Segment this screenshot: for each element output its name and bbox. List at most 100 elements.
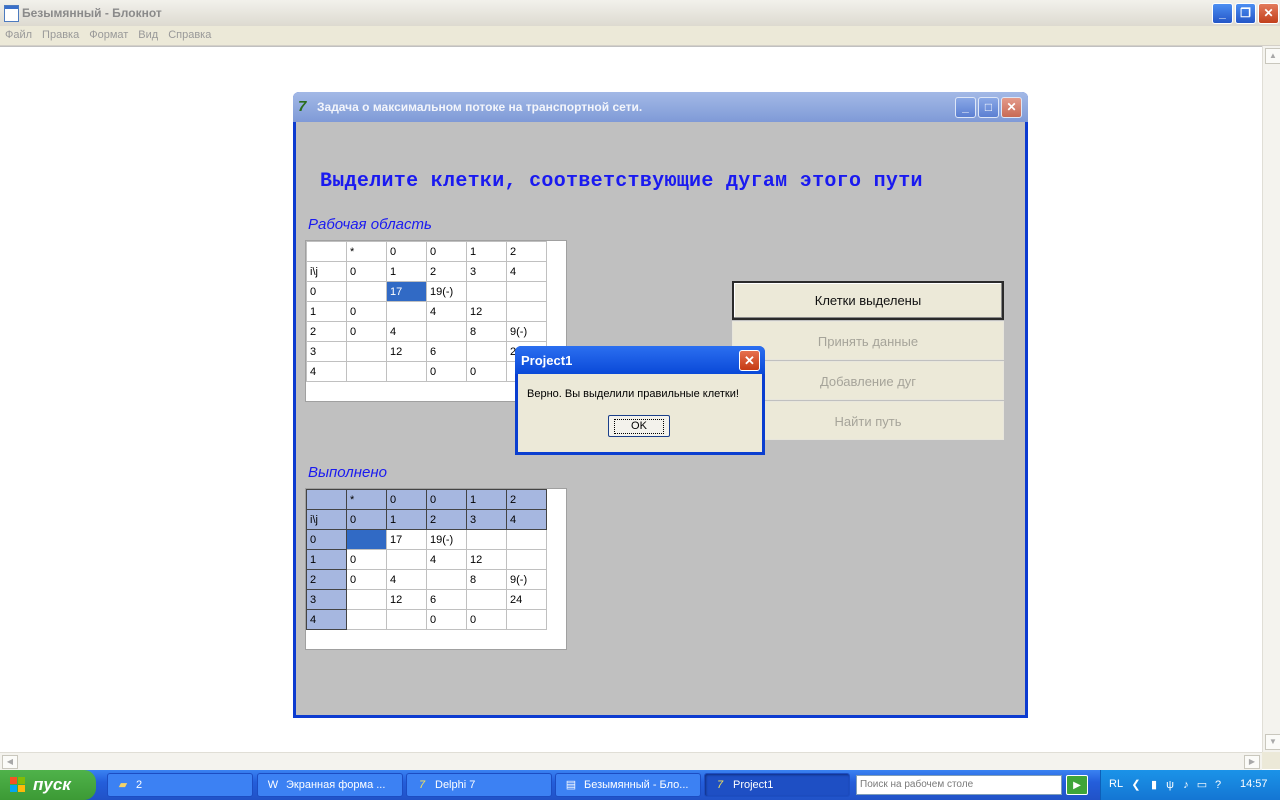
grid-cell[interactable]: 9(-) bbox=[506, 321, 547, 342]
tray-volume-icon[interactable]: ♪ bbox=[1179, 778, 1193, 792]
grid-cell[interactable] bbox=[466, 281, 507, 302]
ok-button[interactable]: OK bbox=[608, 415, 670, 437]
scroll-down-icon[interactable]: ▼ bbox=[1265, 734, 1280, 750]
grid-cell[interactable] bbox=[386, 361, 427, 382]
grid-cell[interactable]: 0 bbox=[346, 321, 387, 342]
grid-cell[interactable]: i\j bbox=[306, 261, 347, 282]
grid-cell[interactable]: 12 bbox=[386, 341, 427, 362]
start-button[interactable]: пуск bbox=[0, 770, 96, 800]
grid-cell[interactable]: 4 bbox=[386, 569, 427, 590]
grid-cell[interactable]: 6 bbox=[426, 589, 467, 610]
app-title-bar[interactable]: 7 Задача о максимальном потоке на трансп… bbox=[293, 92, 1028, 122]
grid-cell[interactable]: 4 bbox=[426, 549, 467, 570]
grid-cell[interactable] bbox=[466, 589, 507, 610]
find-path-button[interactable]: Найти путь bbox=[732, 401, 1004, 440]
grid-cell[interactable] bbox=[346, 361, 387, 382]
grid-cell[interactable]: 2 bbox=[426, 261, 467, 282]
grid-cell[interactable]: 12 bbox=[466, 301, 507, 322]
language-indicator[interactable]: RL bbox=[1109, 778, 1123, 790]
grid-cell[interactable]: 19(-) bbox=[426, 281, 467, 302]
menu-edit[interactable]: Правка bbox=[37, 26, 84, 44]
grid-cell[interactable] bbox=[506, 281, 547, 302]
grid-cell[interactable] bbox=[506, 301, 547, 322]
app-minimize-button[interactable]: _ bbox=[955, 97, 976, 118]
grid-cell[interactable]: 1 bbox=[386, 261, 427, 282]
grid-cell[interactable]: 17 bbox=[386, 529, 427, 550]
cells-selected-button[interactable]: Клетки выделены bbox=[732, 281, 1004, 320]
grid-cell[interactable]: 2 bbox=[506, 241, 547, 262]
grid-cell[interactable]: 9(-) bbox=[506, 569, 547, 590]
grid-cell-selected[interactable] bbox=[346, 529, 387, 550]
grid-cell[interactable]: 12 bbox=[386, 589, 427, 610]
dialog-title-bar[interactable]: Project1 ✕ bbox=[515, 346, 765, 374]
vertical-scrollbar[interactable]: ▲ ▼ bbox=[1262, 46, 1280, 752]
menu-format[interactable]: Формат bbox=[84, 26, 133, 44]
grid-cell[interactable]: 8 bbox=[466, 321, 507, 342]
tray-help-icon[interactable]: ? bbox=[1211, 778, 1225, 792]
grid-cell[interactable] bbox=[466, 529, 507, 550]
grid-cell[interactable]: 4 bbox=[426, 301, 467, 322]
task-delphi[interactable]: 7 Delphi 7 bbox=[406, 773, 552, 797]
notepad-title-bar[interactable]: Безымянный - Блокнот _ ❐ ✕ bbox=[0, 0, 1280, 26]
grid-cell[interactable]: 1 bbox=[306, 301, 347, 322]
grid-cell[interactable] bbox=[346, 589, 387, 610]
done-grid[interactable]: * 0 0 1 2 i\j 0 1 2 3 4 0 17 19(-) 1 0 4… bbox=[305, 488, 567, 650]
minimize-button[interactable]: _ bbox=[1212, 3, 1233, 24]
grid-cell[interactable]: 0 bbox=[426, 361, 467, 382]
app-close-button[interactable]: ✕ bbox=[1001, 97, 1022, 118]
grid-cell[interactable] bbox=[426, 569, 467, 590]
menu-view[interactable]: Вид bbox=[133, 26, 163, 44]
horizontal-scrollbar[interactable]: ◀ ▶ bbox=[0, 752, 1262, 770]
grid-cell[interactable]: 3 bbox=[466, 261, 507, 282]
grid-cell[interactable] bbox=[386, 301, 427, 322]
tray-monitor-icon[interactable]: ▭ bbox=[1195, 778, 1209, 792]
grid-cell[interactable]: 0 bbox=[426, 609, 467, 630]
grid-cell[interactable]: 4 bbox=[506, 261, 547, 282]
grid-cell[interactable]: 0 bbox=[466, 609, 507, 630]
search-go-icon[interactable]: ▶ bbox=[1066, 775, 1088, 795]
tray-device-icon[interactable]: ▮ bbox=[1147, 778, 1161, 792]
task-notepad[interactable]: ▤ Безымянный - Бло... bbox=[555, 773, 701, 797]
grid-cell[interactable]: 24 bbox=[506, 589, 547, 610]
task-project1[interactable]: 7 Project1 bbox=[704, 773, 850, 797]
grid-cell[interactable]: 12 bbox=[466, 549, 507, 570]
grid-cell[interactable] bbox=[386, 609, 427, 630]
grid-cell[interactable]: * bbox=[346, 241, 387, 262]
grid-cell[interactable] bbox=[426, 321, 467, 342]
accept-data-button[interactable]: Принять данные bbox=[732, 321, 1004, 360]
grid-cell[interactable]: 8 bbox=[466, 569, 507, 590]
restore-button[interactable]: ❐ bbox=[1235, 3, 1256, 24]
grid-cell[interactable] bbox=[386, 549, 427, 570]
app-maximize-button[interactable]: □ bbox=[978, 97, 999, 118]
scroll-left-icon[interactable]: ◀ bbox=[2, 755, 18, 769]
grid-cell[interactable]: 0 bbox=[346, 301, 387, 322]
grid-cell[interactable]: 6 bbox=[426, 341, 467, 362]
tray-network-icon[interactable]: ψ bbox=[1163, 778, 1177, 792]
grid-cell[interactable]: 0 bbox=[346, 549, 387, 570]
grid-cell[interactable]: 0 bbox=[346, 569, 387, 590]
grid-cell[interactable] bbox=[506, 609, 547, 630]
grid-cell[interactable] bbox=[346, 341, 387, 362]
grid-cell[interactable]: 0 bbox=[466, 361, 507, 382]
grid-cell[interactable] bbox=[506, 529, 547, 550]
scroll-right-icon[interactable]: ▶ bbox=[1244, 755, 1260, 769]
grid-cell[interactable] bbox=[506, 549, 547, 570]
menu-file[interactable]: Файл bbox=[0, 26, 37, 44]
grid-cell[interactable] bbox=[466, 341, 507, 362]
grid-cell[interactable]: 2 bbox=[306, 321, 347, 342]
grid-cell[interactable]: 1 bbox=[466, 241, 507, 262]
grid-cell[interactable]: 4 bbox=[386, 321, 427, 342]
grid-cell[interactable]: 0 bbox=[386, 241, 427, 262]
grid-cell[interactable]: 0 bbox=[306, 281, 347, 302]
grid-cell[interactable]: 4 bbox=[306, 361, 347, 382]
grid-cell[interactable]: 3 bbox=[306, 341, 347, 362]
tray-arrow-icon[interactable]: ❮ bbox=[1129, 778, 1143, 792]
dialog-close-icon[interactable]: ✕ bbox=[739, 350, 760, 371]
grid-cell[interactable] bbox=[346, 281, 387, 302]
desktop-search-input[interactable]: Поиск на рабочем столе bbox=[856, 775, 1062, 795]
grid-cell[interactable] bbox=[346, 609, 387, 630]
grid-cell[interactable]: 0 bbox=[346, 261, 387, 282]
grid-cell-selected[interactable]: 17 bbox=[386, 281, 427, 302]
add-arcs-button[interactable]: Добавление дуг bbox=[732, 361, 1004, 400]
close-button[interactable]: ✕ bbox=[1258, 3, 1279, 24]
